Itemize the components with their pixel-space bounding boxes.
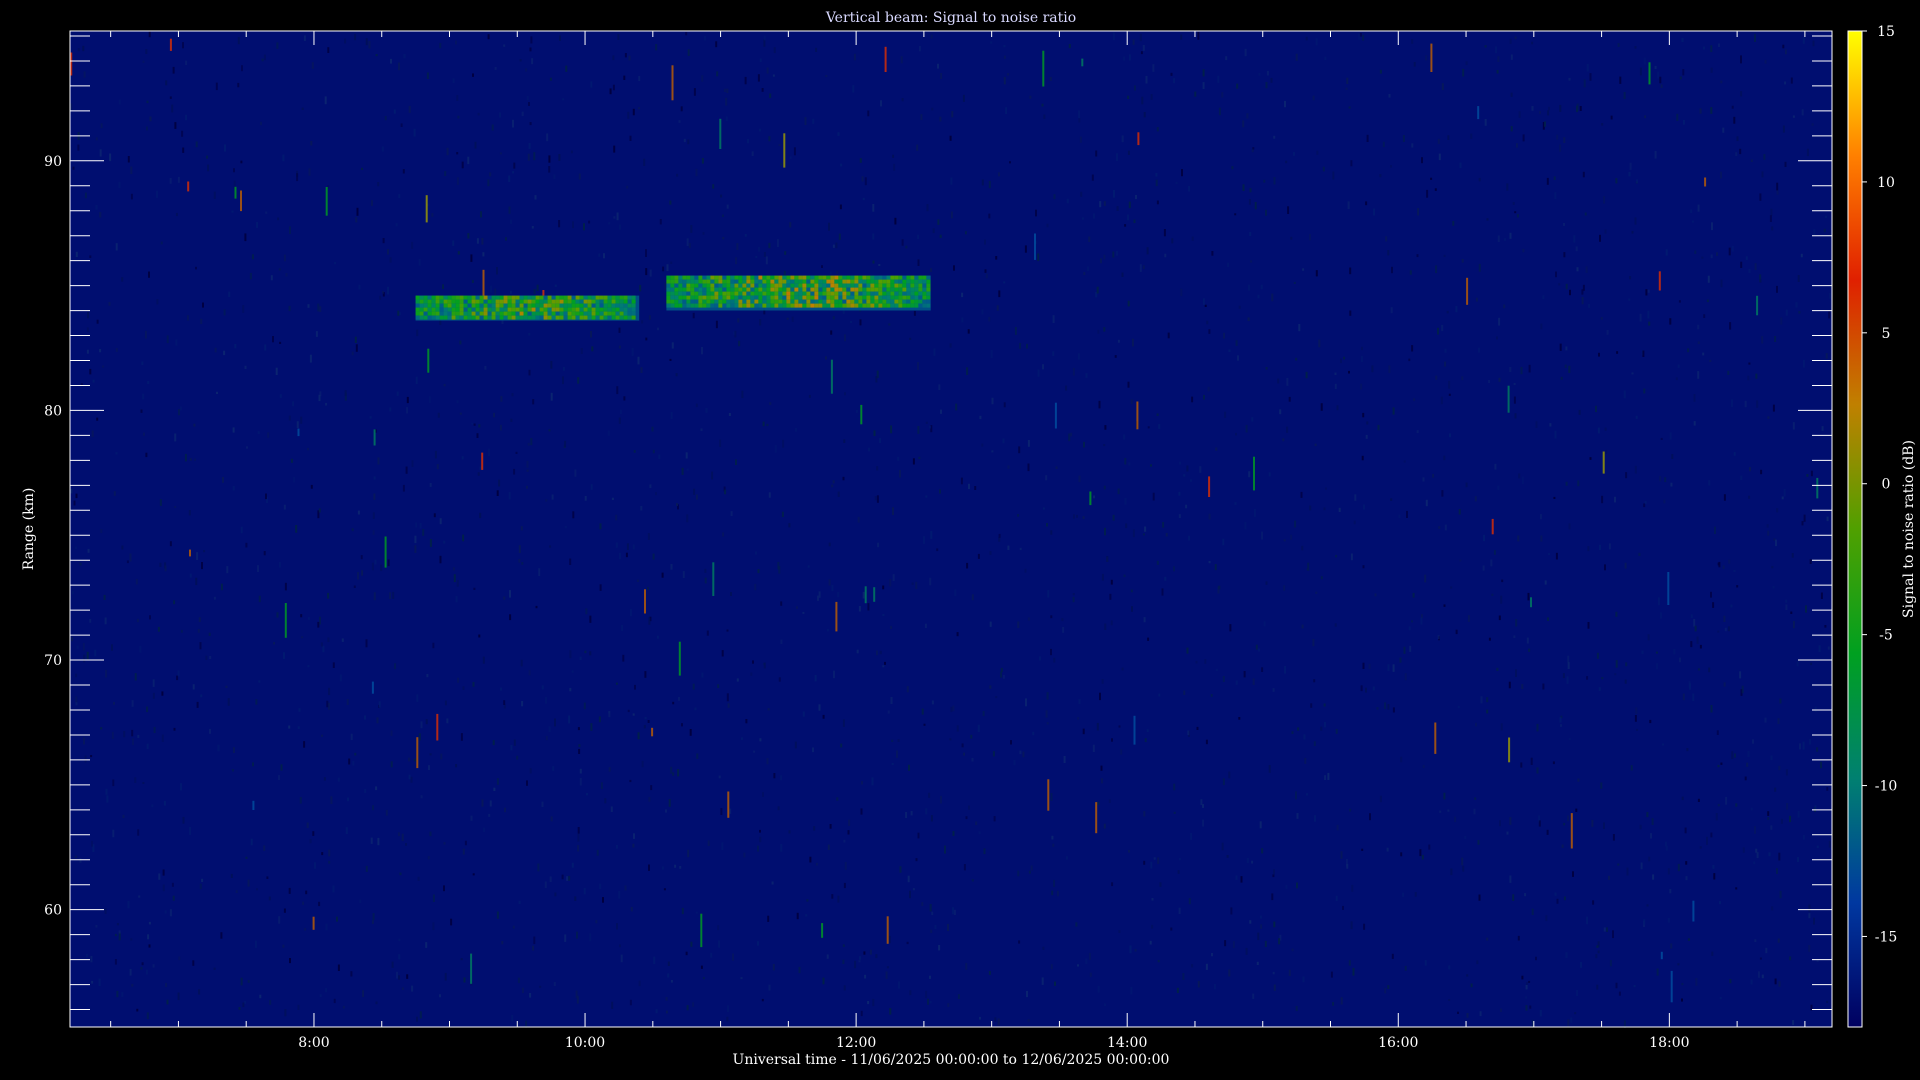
colorbar-tick-label: 0 [1882,477,1891,493]
y-tick-label: 60 [44,903,62,919]
x-tick-label: 12:00 [836,1035,876,1051]
x-tick-label: 14:00 [1107,1035,1147,1051]
y-tick-label: 90 [44,154,62,170]
y-axis-label: Range (km) [21,488,37,571]
colorbar-label: Signal to noise ratio (dB) [1901,440,1917,618]
x-tick-label: 10:00 [565,1035,605,1051]
colorbar-tick-label: 15 [1877,24,1895,40]
x-axis-label: Universal time - 11/06/2025 00:00:00 to … [733,1052,1170,1068]
colorbar-tick-label: -15 [1875,929,1898,945]
x-tick-label: 8:00 [298,1035,329,1051]
heatmap-layer [70,31,1832,1028]
colorbar-tick-label: -5 [1879,628,1893,644]
chart-title: Vertical beam: Signal to noise ratio [825,10,1076,26]
y-tick-label: 80 [44,403,62,419]
y-tick-label: 70 [44,653,62,669]
snr-chart: 8:00 10:00 12:00 14:00 16:00 18:00 60 70 80 90 1… [0,0,1920,1080]
colorbar-tick-label: -10 [1875,779,1898,795]
x-tick-label: 18:00 [1649,1035,1689,1051]
x-tick-label: 16:00 [1378,1035,1418,1051]
colorbar-tick-label: 10 [1877,175,1895,191]
colorbar-tick-label: 5 [1882,326,1891,342]
colorbar-gradient [1847,30,1863,1028]
